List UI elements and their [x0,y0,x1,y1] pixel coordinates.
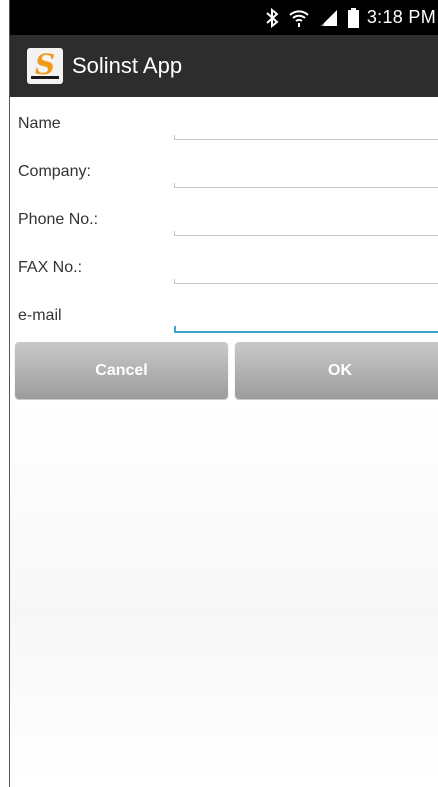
name-label: Name [18,115,61,132]
bluetooth-icon [265,7,279,28]
company-field[interactable] [174,165,438,187]
app-logo-letter: S [34,48,56,81]
app-title: Solinst App [72,53,183,78]
status-bar: 3:18 PM [10,0,438,35]
fax-field[interactable] [174,261,438,283]
cancel-button[interactable]: Cancel [15,342,228,399]
name-field-underline [174,135,438,140]
company-field-underline [174,183,438,188]
battery-icon [347,7,359,28]
app-logo-underline [31,76,59,79]
empty-content-area [10,400,438,787]
fax-field-underline [174,279,438,284]
fax-label: FAX No.: [18,259,83,276]
button-bar: Cancel OK [15,342,438,399]
contact-form: Name Company: Phone No.: FAX No.: e-mail [10,97,438,337]
phone-field-underline [174,231,438,236]
email-field-underline [174,326,438,333]
phone-label: Phone No.: [18,211,99,228]
wifi-icon [288,8,310,28]
ok-button[interactable]: OK [235,342,438,399]
email-label: e-mail [18,307,62,324]
status-time: 3:18 PM [366,7,436,27]
phone-row: Phone No.: [10,193,438,241]
action-bar: S Solinst App [10,35,438,97]
name-field[interactable] [174,117,438,139]
app-logo[interactable]: S [27,48,63,84]
name-row: Name [10,97,438,145]
phone-field[interactable] [174,213,438,235]
app-screen: 3:18 PM S Solinst App Name Company: Phon… [0,0,438,787]
company-label: Company: [18,163,91,180]
email-row: e-mail [10,289,438,337]
signal-icon [319,9,339,27]
company-row: Company: [10,145,438,193]
email-field[interactable] [174,309,438,331]
fax-row: FAX No.: [10,241,438,289]
